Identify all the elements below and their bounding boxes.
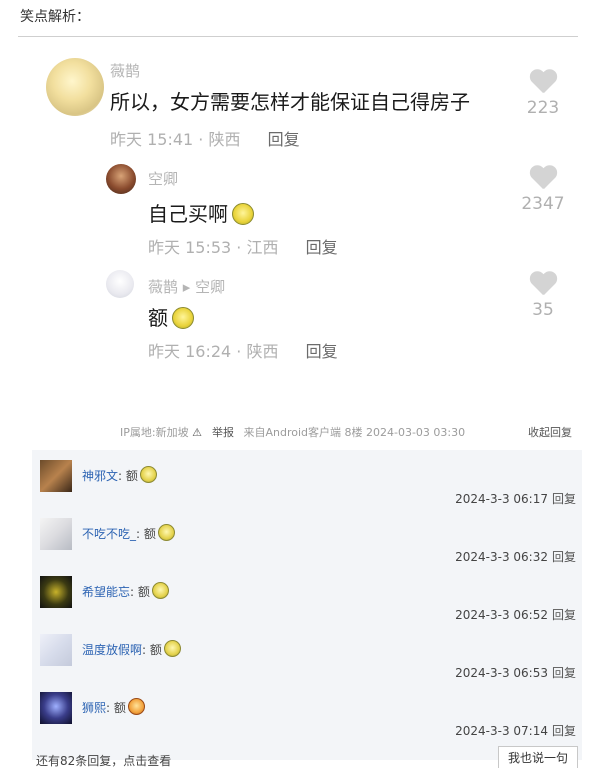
post-heading: 笑点解析： [20, 9, 90, 25]
reply-text: 神邪文: 额 [82, 466, 157, 484]
report-link[interactable]: 举报 [212, 426, 234, 439]
reply-timestamp: 2024-3-3 06:52 [455, 608, 548, 622]
comment-meta: 昨天 16:24 · 陕西 回复 [148, 338, 338, 362]
reply-button[interactable]: 回复 [552, 550, 576, 564]
reply-time: 2024-3-3 06:53 回复 [455, 664, 576, 681]
avatar[interactable] [40, 460, 72, 492]
like-count: 223 [526, 98, 560, 118]
comment-text: 自己买啊 [148, 198, 254, 227]
reply-content: 额 [149, 643, 162, 657]
comment-text-content: 自己买啊 [148, 202, 228, 226]
reply-compose-button[interactable]: 我也说一句 [498, 746, 578, 768]
comment-username[interactable]: 薇鹊 [110, 60, 140, 81]
comment-text: 所以，女方需要怎样才能保证自己得房子 [110, 90, 470, 114]
reply-button[interactable]: 回复 [552, 492, 576, 506]
warning-icon: ⚠ [192, 426, 202, 439]
like-button[interactable]: 2347 [508, 166, 578, 214]
reply-username[interactable]: 神邪文 [82, 469, 118, 483]
comment-time-location: 昨天 15:41 · 陕西 [110, 130, 241, 149]
collapse-replies-link[interactable]: 收起回复 [528, 424, 572, 440]
reply-button[interactable]: 回复 [306, 342, 338, 361]
avatar[interactable] [46, 58, 104, 116]
comment-username[interactable]: 空卿 [148, 168, 178, 189]
reply-time: 2024-3-3 06:17 回复 [455, 490, 576, 507]
reply-time: 2024-3-3 06:52 回复 [455, 606, 576, 623]
comment-time-location: 昨天 15:53 · 江西 [148, 238, 279, 257]
post-meta-bar: IP属地:新加坡 ⚠ 举报 来自Android客户端 8楼 2024-03-03 … [120, 424, 572, 440]
smile-emoji-icon [139, 466, 157, 483]
reply-text: 狮熙: 额 [82, 698, 145, 716]
floor-number: 8楼 [344, 426, 363, 439]
heart-icon [529, 166, 557, 190]
reply-button[interactable]: 回复 [552, 666, 576, 680]
sweat-smile-emoji-icon [172, 307, 194, 329]
reply-button[interactable]: 回复 [306, 238, 338, 257]
reply-content: 额 [143, 527, 156, 541]
post-time: 2024-03-03 03:30 [366, 426, 466, 439]
reply-row: 希望能忘: 额 2024-3-3 06:52 回复 [32, 566, 582, 624]
reply-row: 温度放假啊: 额 2024-3-3 06:53 回复 [32, 624, 582, 682]
avatar[interactable] [106, 270, 134, 298]
heart-icon [529, 272, 557, 296]
like-count: 2347 [521, 194, 565, 214]
heart-icon [529, 70, 557, 94]
reply-row: 神邪文: 额 2024-3-3 06:17 回复 [32, 450, 582, 508]
reply-button[interactable]: 回复 [268, 130, 300, 149]
reply-time: 2024-3-3 07:14 回复 [455, 722, 576, 739]
like-count: 35 [532, 300, 554, 320]
smile-emoji-icon [163, 640, 181, 657]
reply-timestamp: 2024-3-3 06:32 [455, 550, 548, 564]
reply-timestamp: 2024-3-3 06:17 [455, 492, 548, 506]
comment-username[interactable]: 薇鹊 ▸ 空卿 [148, 276, 225, 297]
avatar[interactable] [40, 634, 72, 666]
like-button[interactable]: 35 [508, 272, 578, 320]
post-divider [18, 36, 578, 37]
reply-timestamp: 2024-3-3 06:53 [455, 666, 548, 680]
comment-meta: 昨天 15:41 · 陕西 回复 [110, 126, 300, 150]
reply-row: 狮熙: 额 2024-3-3 07:14 回复 [32, 682, 582, 740]
reply-username[interactable]: 狮熙 [82, 701, 106, 715]
reply-content: 额 [113, 701, 126, 715]
ip-location: IP属地:新加坡 [120, 426, 189, 439]
reply-username[interactable]: 不吃不吃_ [82, 527, 136, 541]
like-button[interactable]: 223 [508, 70, 578, 118]
reply-username[interactable]: 希望能忘 [82, 585, 130, 599]
avatar[interactable] [40, 518, 72, 550]
reply-time: 2024-3-3 06:32 回复 [455, 548, 576, 565]
comment-screenshot: 薇鹊 所以，女方需要怎样才能保证自己得房子 昨天 15:41 · 陕西 回复 2… [30, 42, 585, 414]
reply-list: 神邪文: 额 2024-3-3 06:17 回复 不吃不吃_: 额 2024-3-… [32, 450, 582, 760]
avatar[interactable] [106, 164, 136, 194]
reply-row: 不吃不吃_: 额 2024-3-3 06:32 回复 [32, 508, 582, 566]
reply-username[interactable]: 温度放假啊 [82, 643, 142, 657]
comment-meta: 昨天 15:53 · 江西 回复 [148, 234, 338, 258]
more-replies-link[interactable]: 还有82条回复，点击查看 [36, 752, 171, 768]
reply-button[interactable]: 回复 [552, 608, 576, 622]
reply-button[interactable]: 回复 [552, 724, 576, 738]
comment-text-content: 额 [148, 306, 168, 330]
heart-eyes-emoji-icon [127, 698, 145, 715]
comment-time-location: 昨天 16:24 · 陕西 [148, 342, 279, 361]
reply-content: 额 [137, 585, 150, 599]
comment-text: 额 [148, 302, 194, 331]
reply-text: 希望能忘: 额 [82, 582, 169, 600]
reply-content: 额 [125, 469, 138, 483]
avatar[interactable] [40, 576, 72, 608]
reply-timestamp: 2024-3-3 07:14 [455, 724, 548, 738]
reply-text: 温度放假啊: 额 [82, 640, 181, 658]
sweat-smile-emoji-icon [232, 203, 254, 225]
source-text: 来自Android客户端 [243, 426, 341, 439]
reply-text: 不吃不吃_: 额 [82, 524, 175, 542]
smile-emoji-icon [151, 582, 169, 599]
smile-emoji-icon [157, 524, 175, 541]
avatar[interactable] [40, 692, 72, 724]
